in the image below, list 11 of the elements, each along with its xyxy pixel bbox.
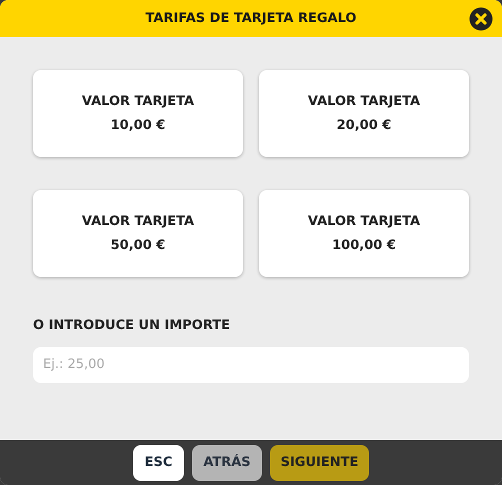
amount-option-card[interactable]: VALOR TARJETA 50,00 € bbox=[33, 190, 243, 277]
back-button[interactable]: ATRÁS bbox=[192, 444, 262, 480]
amount-input-field[interactable]: Ej.: 25,00 bbox=[33, 346, 469, 382]
amount-option-card[interactable]: VALOR TARJETA 20,00 € bbox=[259, 70, 469, 157]
escape-button[interactable]: ESC bbox=[133, 444, 184, 480]
dialog-title: TARIFAS DE TARJETA REGALO bbox=[146, 10, 356, 28]
next-button[interactable]: SIGUIENTE bbox=[270, 444, 369, 480]
amount-option-card[interactable]: VALOR TARJETA 10,00 € bbox=[33, 70, 243, 157]
field-label: O INTRODUCE UN IMPORTE bbox=[33, 317, 232, 335]
amount-option-card[interactable]: VALOR TARJETA 100,00 € bbox=[259, 190, 469, 277]
close-icon[interactable] bbox=[469, 7, 493, 31]
